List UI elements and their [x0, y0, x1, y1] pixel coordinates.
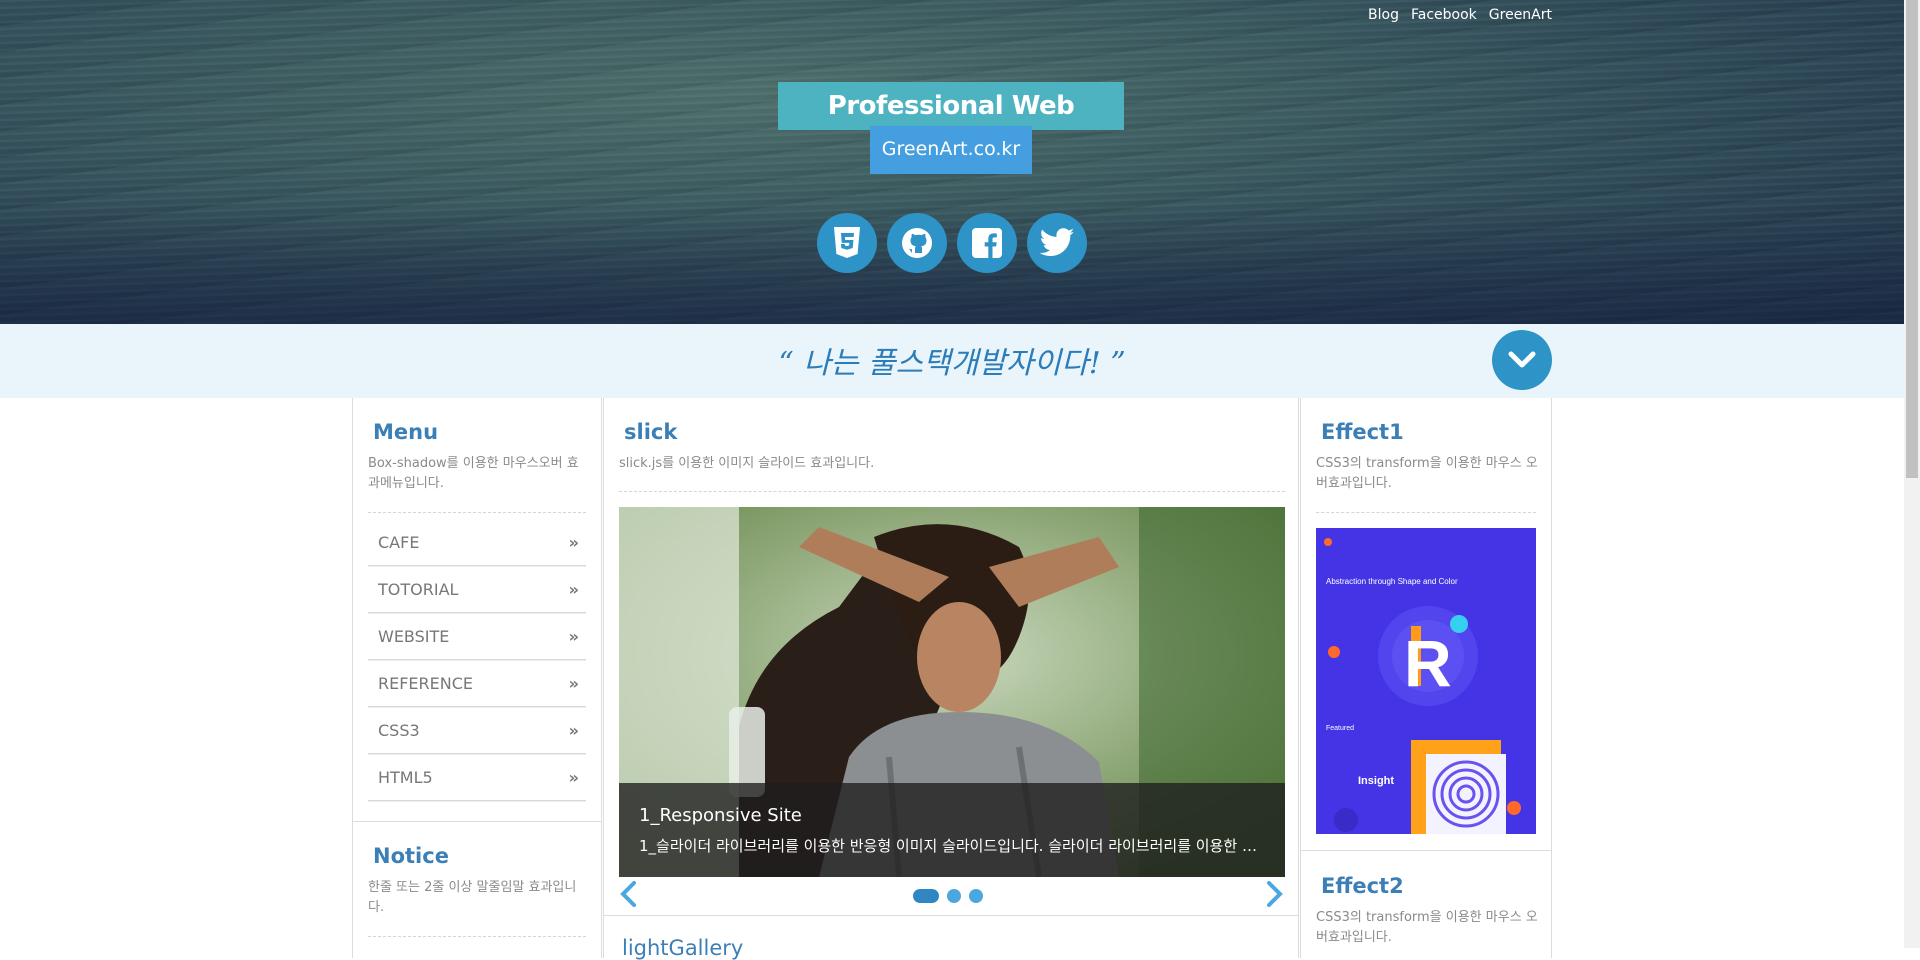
slide-caption-title: 1_Responsive Site — [639, 805, 802, 826]
menu-item-label: TOTORIAL — [378, 580, 459, 599]
slogan-bar: “ 나는 풀스택개발자이다! ” — [0, 324, 1904, 398]
slide-caption-text: 1_슬라이더 라이브러리를 이용한 반응형 이미지 슬라이드입니다. 슬라이더 … — [639, 837, 1269, 855]
divider — [1316, 512, 1536, 513]
menu-item-reference[interactable]: REFERENCE » — [368, 661, 586, 707]
effect1-desc: CSS3의 transform을 이용한 마우스 오버효과입니다. — [1316, 456, 1538, 491]
top-links: Blog Facebook GreenArt — [1368, 7, 1552, 23]
menu-list: CAFE » TOTORIAL » WEBSITE » REFERENCE » CSS3… — [368, 520, 586, 802]
slider-dots — [913, 889, 983, 903]
site-subtitle[interactable]: GreenArt.co.kr — [870, 126, 1032, 174]
notice-title: Notice — [373, 844, 449, 868]
menu-item-label: HTML5 — [378, 768, 433, 787]
slick-title: slick — [624, 420, 678, 444]
poster-headline: Abstraction through Shape and Color — [1326, 577, 1458, 586]
link-greenart[interactable]: GreenArt — [1489, 7, 1552, 23]
twitter-icon[interactable] — [1027, 213, 1087, 273]
double-chevron-right-icon: » — [568, 627, 579, 646]
menu-item-label: CSS3 — [378, 721, 420, 740]
menu-item-label: CAFE — [378, 533, 420, 552]
site-title: Professional Web Publish — [778, 82, 1124, 169]
poster-letter: R — [1404, 626, 1452, 700]
link-blog[interactable]: Blog — [1368, 7, 1399, 23]
menu-item-totorial[interactable]: TOTORIAL » — [368, 567, 586, 613]
section-divider — [604, 915, 1298, 916]
double-chevron-right-icon: » — [568, 580, 579, 599]
left-column: Menu Box-shadow를 이용한 마우스오버 효과메뉴입니다. CAFE… — [352, 398, 602, 958]
menu-item-css3[interactable]: CSS3 » — [368, 708, 586, 754]
effect2-title: Effect2 — [1321, 874, 1404, 898]
github-icon[interactable] — [887, 213, 947, 273]
double-chevron-right-icon: » — [568, 768, 579, 787]
effect2-desc: CSS3의 transform을 이용한 마우스 오버효과입니다. — [1316, 910, 1538, 945]
slogan-text: “ 나는 풀스택개발자이다! ” — [778, 346, 1126, 381]
middle-column: slick slick.js를 이용한 이미지 슬라이드 효과입니다. 1_Re… — [603, 398, 1299, 960]
lightgallery-title: lightGallery — [622, 936, 744, 960]
sns-links — [817, 213, 1087, 273]
effect1-title: Effect1 — [1321, 420, 1404, 444]
slider-dot[interactable] — [947, 889, 961, 903]
right-column: Effect1 CSS3의 transform을 이용한 마우스 오버효과입니다… — [1300, 398, 1552, 958]
double-chevron-right-icon: » — [568, 533, 579, 552]
slide-caption: 1_Responsive Site 1_슬라이더 라이브러리를 이용한 반응형 … — [619, 783, 1285, 877]
menu-item-label: WEBSITE — [378, 627, 450, 646]
slick-desc: slick.js를 이용한 이미지 슬라이드 효과입니다. — [619, 456, 875, 471]
slider-dot[interactable] — [913, 889, 939, 903]
divider — [368, 936, 586, 937]
chevron-right-icon[interactable] — [1264, 880, 1284, 908]
section-divider — [353, 821, 601, 822]
scrollbar-thumb[interactable] — [1906, 0, 1918, 478]
facebook-icon[interactable] — [957, 213, 1017, 273]
menu-title: Menu — [373, 420, 439, 444]
image-slider[interactable]: 1_Responsive Site 1_슬라이더 라이브러리를 이용한 반응형 … — [619, 507, 1285, 877]
poster-graphic: Abstraction through Shape and Color R Fe… — [1316, 528, 1536, 834]
menu-item-label: REFERENCE — [378, 674, 474, 693]
effect1-image[interactable]: Abstraction through Shape and Color R Fe… — [1316, 528, 1536, 834]
double-chevron-right-icon: » — [568, 674, 579, 693]
link-facebook[interactable]: Facebook — [1411, 7, 1477, 23]
poster-insight: Insight — [1358, 775, 1394, 787]
header-hero: Blog Facebook GreenArt Professional Web … — [0, 0, 1904, 324]
menu-desc: Box-shadow를 이용한 마우스오버 효과메뉴입니다. — [368, 456, 579, 491]
divider — [368, 512, 586, 513]
divider — [619, 491, 1285, 492]
double-chevron-right-icon: » — [568, 721, 579, 740]
section-divider — [1301, 850, 1551, 851]
poster-featured: Featured — [1326, 725, 1354, 732]
menu-item-html5[interactable]: HTML5 » — [368, 755, 586, 801]
menu-item-cafe[interactable]: CAFE » — [368, 520, 586, 566]
chevron-left-icon[interactable] — [619, 880, 639, 908]
slider-dot[interactable] — [969, 889, 983, 903]
menu-item-website[interactable]: WEBSITE » — [368, 614, 586, 660]
chevron-down-icon[interactable] — [1492, 330, 1552, 390]
notice-desc: 한줄 또는 2줄 이상 말줄임말 효과입니다. — [368, 880, 577, 915]
html5-icon[interactable] — [817, 213, 877, 273]
